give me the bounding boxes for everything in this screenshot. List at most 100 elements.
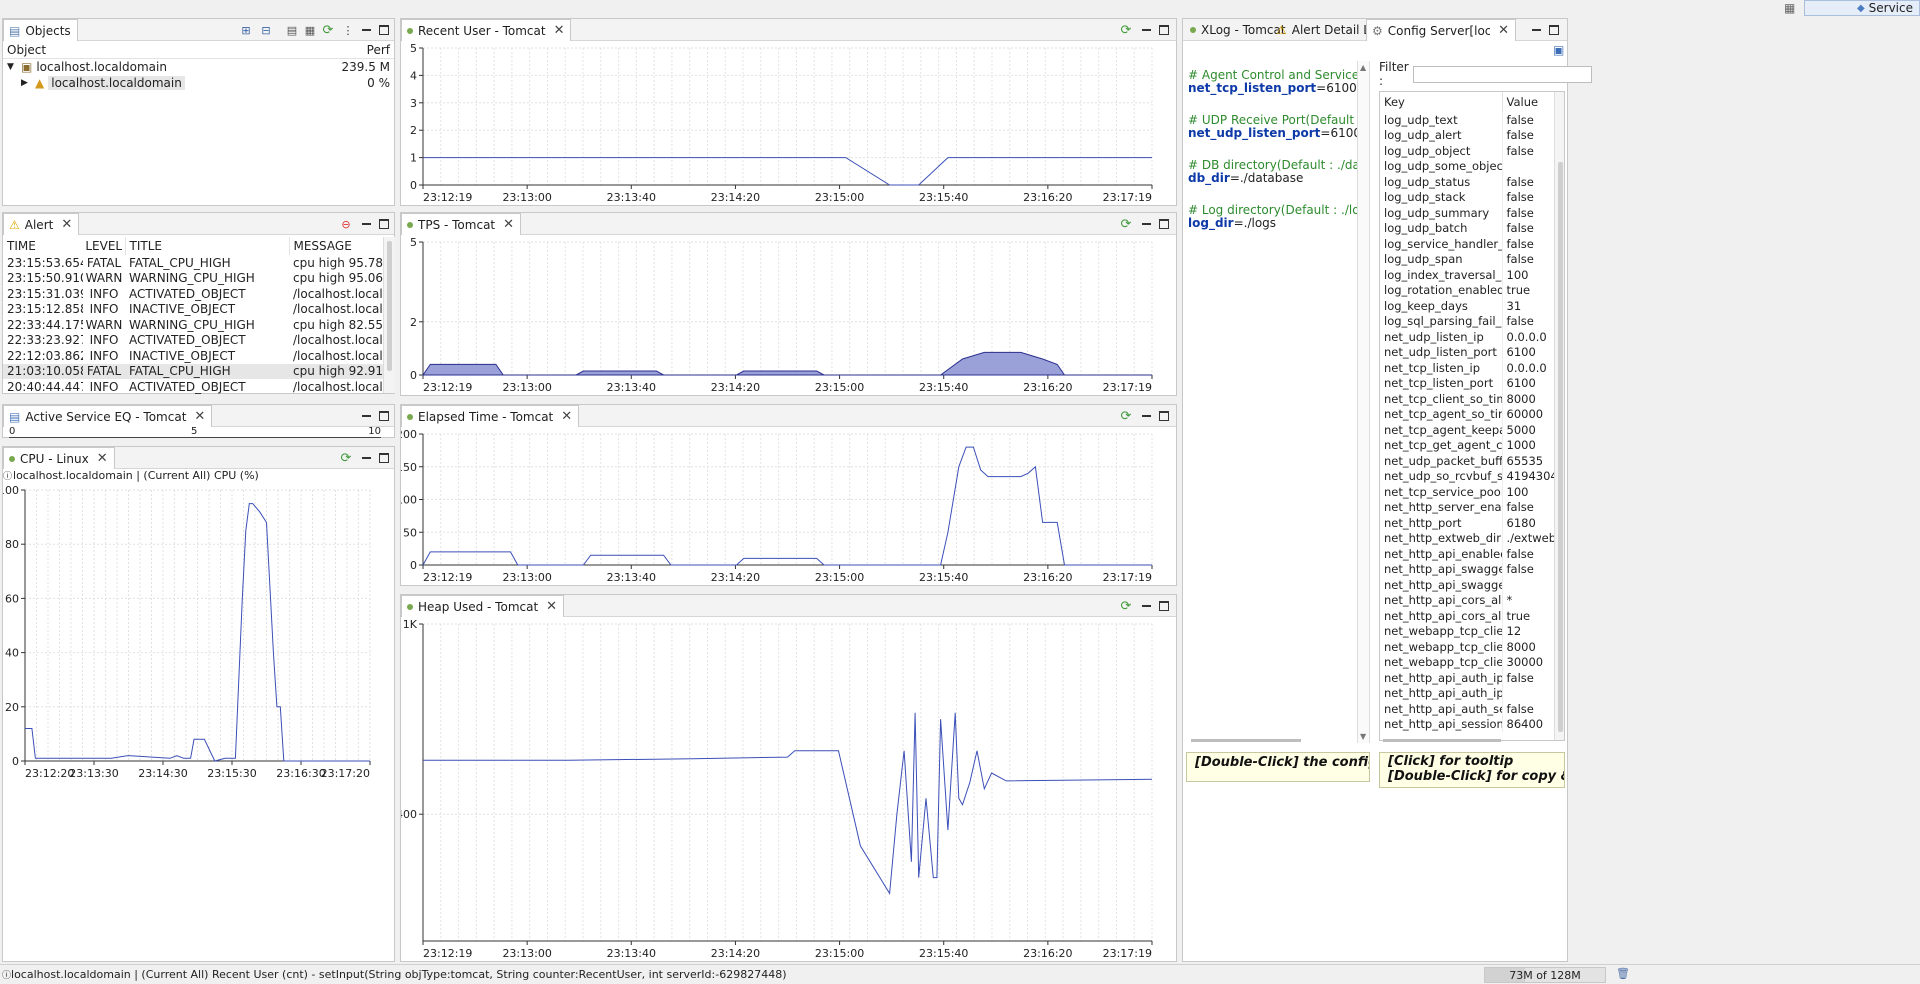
alert-row[interactable]: 22:33:44.175 WARN WARNING_CPU_HIGH cpu high… <box>3 317 383 333</box>
perspective-icon[interactable]: ▦ <box>1784 1 1795 15</box>
tree-row[interactable]: ▼ ▣ localhost.localdomain 239.5 M <box>3 59 394 75</box>
kv-row[interactable]: net_tcp_listen_ip 0.0.0.0 <box>1380 360 1554 376</box>
kv-row[interactable]: log_udp_stack false <box>1380 189 1554 205</box>
minimize-icon[interactable] <box>1139 217 1153 231</box>
kv-row[interactable]: log_sql_parsing_fail_ena...false <box>1380 313 1554 329</box>
kv-row[interactable]: net_tcp_service_pool_size100 <box>1380 484 1554 500</box>
kv-row[interactable]: net_http_api_auth_sessio...false <box>1380 701 1554 717</box>
minimize-icon[interactable] <box>359 23 373 37</box>
save-icon[interactable]: ▣ <box>1553 43 1564 57</box>
scroll-thumb[interactable] <box>1558 162 1563 732</box>
kv-row[interactable]: net_udp_listen_port 6100 <box>1380 344 1554 360</box>
maximize-icon[interactable] <box>1157 409 1171 423</box>
minimize-icon[interactable] <box>1139 23 1153 37</box>
kv-row[interactable]: net_http_api_swagger_e...false <box>1380 561 1554 577</box>
config-key[interactable]: net_udp_listen_port <box>1188 126 1320 140</box>
minimize-icon[interactable] <box>359 451 373 465</box>
maximize-icon[interactable] <box>377 23 391 37</box>
kv-scrollbar[interactable] <box>1554 92 1564 740</box>
close-icon[interactable]: ✕ <box>554 23 565 38</box>
close-icon[interactable]: ✕ <box>97 451 108 466</box>
kv-row[interactable]: log_udp_batch false <box>1380 220 1554 236</box>
kv-row[interactable]: net_webapp_tcp_client_...12 <box>1380 623 1554 639</box>
kv-row[interactable]: net_tcp_agent_keepalive...5000 <box>1380 422 1554 438</box>
kv-row[interactable]: net_tcp_listen_port 6100 <box>1380 375 1554 391</box>
maximize-icon[interactable] <box>377 409 391 423</box>
minimize-icon[interactable] <box>359 409 373 423</box>
maximize-icon[interactable] <box>1157 23 1171 37</box>
trash-icon[interactable]: 🗑 <box>1616 967 1630 980</box>
chevron-right-icon[interactable]: ▶ <box>21 78 31 88</box>
kv-row[interactable]: log_udp_span false <box>1380 251 1554 267</box>
kv-row[interactable]: log_udp_summary false <box>1380 205 1554 221</box>
collapse-all-icon[interactable]: ⊟ <box>259 23 273 37</box>
kv-row[interactable]: log_service_handler_listfalse <box>1380 236 1554 252</box>
kv-row[interactable]: net_http_server_enabledfalse <box>1380 499 1554 515</box>
scroll-thumb[interactable] <box>387 241 392 371</box>
alert-row[interactable]: 23:15:31.039 INFO ACTIVATED_OBJECT/localho… <box>3 286 383 302</box>
chevron-down-icon[interactable]: ▼ <box>7 62 17 72</box>
kv-row[interactable]: log_rotation_enabled true <box>1380 282 1554 298</box>
alert-row[interactable]: 23:15:50.910 WARN WARNING_CPU_HIGH cpu high… <box>3 271 383 287</box>
refresh-icon[interactable]: ⟳ <box>1119 23 1133 38</box>
tab-elapsed[interactable]: Elapsed Time - Tomcat ✕ <box>401 405 580 427</box>
minimize-icon[interactable] <box>359 217 373 231</box>
config-key[interactable]: log_dir <box>1188 216 1234 230</box>
close-icon[interactable]: ✕ <box>561 409 572 424</box>
config-key[interactable]: db_dir <box>1188 171 1230 185</box>
kv-row[interactable]: net_http_api_session_tim...86400 <box>1380 716 1554 732</box>
service-perspective-button[interactable]: ◆ Service <box>1804 0 1920 16</box>
alert-row[interactable]: 20:40:44.447 INFO ACTIVATED_OBJECT/localho… <box>3 379 383 395</box>
kv-row[interactable]: net_webapp_tcp_client_s...30000 <box>1380 654 1554 670</box>
tab-objects[interactable]: ▤ Objects <box>3 19 78 41</box>
kv-row[interactable]: log_udp_status false <box>1380 174 1554 190</box>
kv-row[interactable]: net_http_api_swagger_h... <box>1380 577 1554 593</box>
kv-row[interactable]: log_udp_text false <box>1380 112 1554 128</box>
tree-row[interactable]: ▶ ▲ localhost.localdomain 0 % <box>3 75 394 91</box>
refresh-icon[interactable]: ⟳ <box>1119 217 1133 232</box>
kv-row[interactable]: log_keep_days 31 <box>1380 298 1554 314</box>
config-key[interactable]: net_tcp_listen_port <box>1188 81 1316 95</box>
config-scrollbar-h[interactable] <box>1191 739 1301 742</box>
kv-row[interactable]: net_tcp_agent_so_timeo...60000 <box>1380 406 1554 422</box>
kv-row[interactable]: net_udp_so_rcvbuf_size4194304 <box>1380 468 1554 484</box>
maximize-icon[interactable] <box>1547 23 1561 37</box>
tab-heap[interactable]: Heap Used - Tomcat ✕ <box>401 595 565 617</box>
kv-row[interactable]: net_udp_packet_buffer_s...65535 <box>1380 453 1554 469</box>
close-icon[interactable]: ✕ <box>194 409 205 424</box>
expand-all-icon[interactable]: ⊞ <box>239 23 253 37</box>
alert-row[interactable]: 23:15:12.858 INFO INACTIVE_OBJECT/localhos… <box>3 302 383 318</box>
server-icon[interactable]: ▤ <box>285 23 299 37</box>
tab-alert[interactable]: ⚠ Alert ✕ <box>3 213 80 235</box>
alert-row[interactable]: 23:15:53.654 FATAL FATAL_CPU_HIGH cpu high … <box>3 255 383 271</box>
tab-config-server[interactable]: ⚙ Config Server[localhost.l... ✕ <box>1366 19 1516 41</box>
close-icon[interactable]: ✕ <box>1498 23 1509 38</box>
filter-icon[interactable]: ▦ <box>303 23 317 37</box>
kv-row[interactable]: net_http_api_auth_ip_he... <box>1380 685 1554 701</box>
tab-recent-user[interactable]: Recent User - Tomcat ✕ <box>401 19 572 41</box>
alert-row[interactable]: 21:03:10.058 FATAL FATAL_CPU_HIGH cpu high … <box>3 363 383 379</box>
refresh-icon[interactable]: ⟳ <box>1119 409 1133 424</box>
kv-row[interactable]: net_http_api_cors_allow_...true <box>1380 608 1554 624</box>
filter-input[interactable] <box>1412 65 1592 83</box>
maximize-icon[interactable] <box>1157 599 1171 613</box>
maximize-icon[interactable] <box>377 451 391 465</box>
minimize-icon[interactable] <box>1139 409 1153 423</box>
kv-row[interactable]: net_http_api_enabled false <box>1380 546 1554 562</box>
refresh-icon[interactable]: ⟳ <box>1119 599 1133 614</box>
alert-row[interactable]: 22:33:23.927 INFO ACTIVATED_OBJECT/localho… <box>3 333 383 349</box>
kv-row[interactable]: net_tcp_client_so_timeo...8000 <box>1380 391 1554 407</box>
scroll-up-icon[interactable]: ▲ <box>1360 63 1366 72</box>
refresh-icon[interactable]: ⟳ <box>339 451 353 466</box>
kv-row[interactable]: net_http_api_auth_ip_en...false <box>1380 670 1554 686</box>
kv-row[interactable]: net_udp_listen_ip 0.0.0.0 <box>1380 329 1554 345</box>
refresh-icon[interactable]: ⟳ <box>321 23 335 38</box>
view-menu-icon[interactable]: ⋮ <box>341 23 355 37</box>
minimize-icon[interactable] <box>1529 23 1543 37</box>
kv-row[interactable]: log_index_traversal_warn...100 <box>1380 267 1554 283</box>
clear-alert-icon[interactable]: ⊖ <box>339 217 353 231</box>
tab-cpu[interactable]: CPU - Linux ✕ <box>3 447 115 469</box>
kv-row[interactable]: net_webapp_tcp_client_...8000 <box>1380 639 1554 655</box>
maximize-icon[interactable] <box>1157 217 1171 231</box>
alert-scrollbar[interactable] <box>383 237 395 393</box>
